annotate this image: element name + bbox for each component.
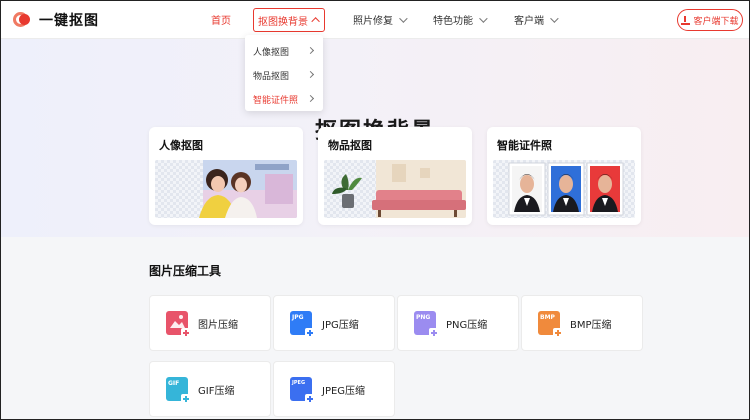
top-nav-bar: 一键抠图 首页 抠图换背景 照片修复 特色功能 客户端 客户端下载 bbox=[1, 1, 749, 39]
nav-home-label: 首页 bbox=[211, 16, 231, 27]
tool-gif-compress[interactable]: GIF GIF压缩 bbox=[149, 361, 271, 417]
tool-png-compress[interactable]: PNG PNG压缩 bbox=[397, 295, 519, 351]
nav-client[interactable]: 客户端 bbox=[514, 12, 559, 27]
icon-tag: PNG bbox=[416, 314, 431, 321]
dropdown-item-label: 物品抠图 bbox=[253, 71, 290, 82]
icon-tag: BMP bbox=[540, 314, 555, 321]
dropdown-item-label: 智能证件照 bbox=[253, 95, 299, 106]
dropdown-item-object-cutout[interactable]: 物品抠图 bbox=[245, 63, 323, 87]
chevron-right-icon bbox=[306, 46, 315, 55]
compress-section-title: 图片压缩工具 bbox=[149, 264, 222, 278]
gif-compress-icon: GIF bbox=[166, 377, 191, 404]
tool-jpg-compress[interactable]: JPG JPG压缩 bbox=[273, 295, 395, 351]
dropdown-item-smart-id-photo[interactable]: 智能证件照 bbox=[245, 87, 323, 111]
dropdown-item-portrait-cutout[interactable]: 人像抠图 bbox=[245, 39, 323, 63]
icon-tag: JPG bbox=[292, 314, 304, 321]
card-title: 物品抠图 bbox=[328, 139, 372, 152]
nav-special-features-label: 特色功能 bbox=[433, 16, 473, 27]
bmp-compress-icon: BMP bbox=[538, 311, 563, 338]
icon-tag: GIF bbox=[168, 380, 180, 387]
nav-cutout-background-label: 抠图换背景 bbox=[258, 16, 308, 28]
card-object-cutout[interactable]: 物品抠图 bbox=[318, 127, 472, 225]
client-download-label: 客户端下载 bbox=[693, 16, 739, 27]
image-compress-icon bbox=[166, 311, 191, 338]
jpeg-compress-icon: JPEG bbox=[290, 377, 315, 404]
download-icon bbox=[681, 15, 691, 25]
tool-label: JPG压缩 bbox=[322, 320, 359, 331]
nav-cutout-background[interactable]: 抠图换背景 bbox=[253, 8, 325, 32]
tool-label: BMP压缩 bbox=[570, 320, 612, 331]
jpg-compress-icon: JPG bbox=[290, 311, 315, 338]
nav-special-features[interactable]: 特色功能 bbox=[433, 12, 488, 27]
tool-label: 图片压缩 bbox=[198, 320, 238, 331]
chevron-right-icon bbox=[306, 70, 315, 79]
card-title: 人像抠图 bbox=[159, 139, 203, 152]
png-compress-icon: PNG bbox=[414, 311, 439, 338]
tool-jpeg-compress[interactable]: JPEG JPEG压缩 bbox=[273, 361, 395, 417]
tool-label: GIF压缩 bbox=[198, 386, 235, 397]
chevron-down-icon bbox=[399, 13, 408, 23]
chevron-right-icon bbox=[306, 94, 315, 103]
tool-label: PNG压缩 bbox=[446, 320, 488, 331]
card-title: 智能证件照 bbox=[497, 139, 552, 152]
logo-icon bbox=[13, 10, 33, 30]
id-photo-image bbox=[493, 160, 635, 218]
tool-bmp-compress[interactable]: BMP BMP压缩 bbox=[521, 295, 643, 351]
object-cutout-image bbox=[324, 160, 466, 218]
icon-tag: JPEG bbox=[292, 380, 306, 386]
logo[interactable]: 一键抠图 bbox=[13, 10, 99, 30]
nav-photo-repair-label: 照片修复 bbox=[353, 16, 393, 27]
nav-home[interactable]: 首页 bbox=[211, 12, 231, 27]
nav-photo-repair[interactable]: 照片修复 bbox=[353, 12, 408, 27]
dropdown-item-label: 人像抠图 bbox=[253, 47, 290, 58]
chevron-up-icon bbox=[311, 17, 320, 26]
portrait-cutout-image bbox=[155, 160, 297, 218]
chevron-down-icon bbox=[550, 13, 559, 23]
card-smart-id-photo[interactable]: 智能证件照 bbox=[487, 127, 641, 225]
tool-label: JPEG压缩 bbox=[322, 386, 366, 397]
card-portrait-cutout[interactable]: 人像抠图 bbox=[149, 127, 303, 225]
chevron-down-icon bbox=[479, 13, 488, 23]
nav-client-label: 客户端 bbox=[514, 16, 544, 27]
cutout-dropdown-menu: 人像抠图 物品抠图 智能证件照 bbox=[245, 35, 323, 111]
logo-text: 一键抠图 bbox=[39, 13, 99, 29]
client-download-button[interactable]: 客户端下载 bbox=[677, 9, 743, 31]
tool-image-compress[interactable]: 图片压缩 bbox=[149, 295, 271, 351]
